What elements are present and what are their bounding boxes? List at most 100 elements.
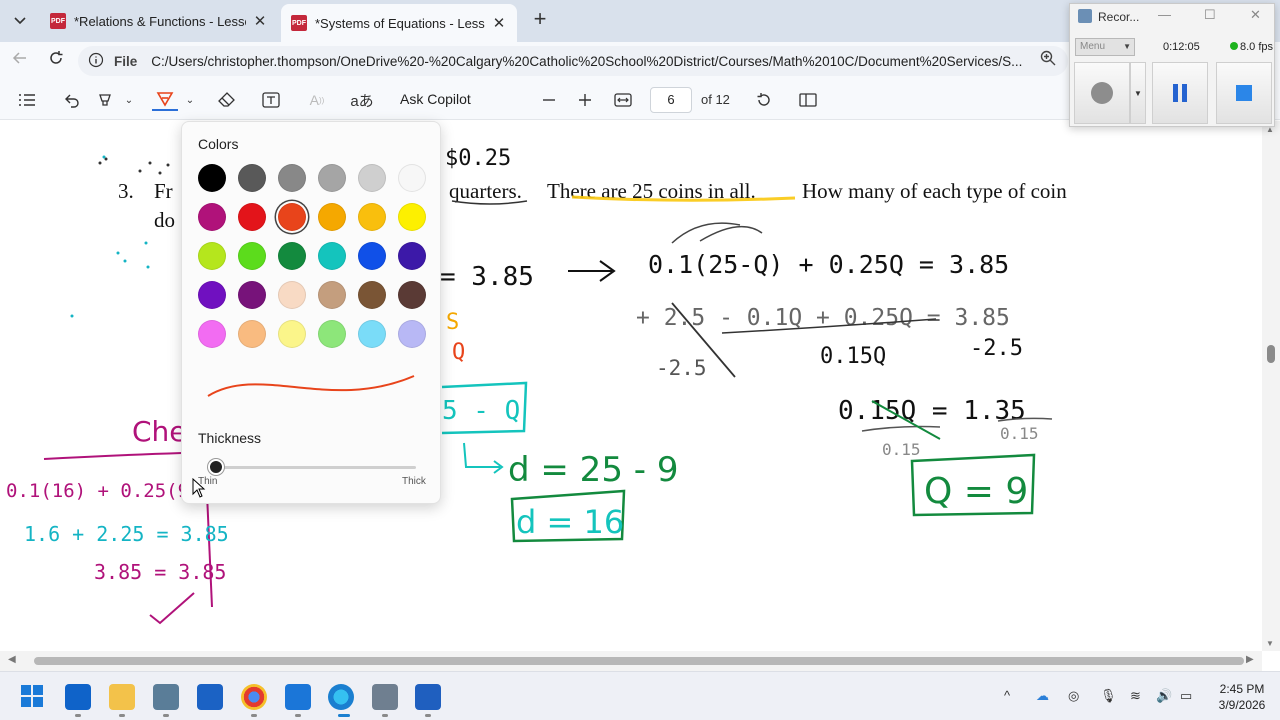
store-icon[interactable] [197, 684, 223, 710]
color-swatch-30[interactable] [398, 320, 426, 348]
color-swatch-28[interactable] [318, 320, 346, 348]
color-swatch-26[interactable] [238, 320, 266, 348]
recorder-taskbar-icon[interactable] [372, 684, 398, 710]
new-tab-icon[interactable]: + [528, 8, 552, 32]
minimize-icon[interactable]: — [1158, 7, 1171, 22]
file-explorer-icon[interactable] [109, 684, 135, 710]
word-icon[interactable] [415, 684, 441, 710]
color-swatch-7[interactable] [198, 203, 226, 231]
color-swatch-14[interactable] [238, 242, 266, 270]
outlook-icon[interactable] [65, 684, 91, 710]
onedrive-icon[interactable]: ☁ [1036, 688, 1049, 704]
color-swatch-19[interactable] [198, 281, 226, 309]
highlighter-options-chevron-icon[interactable]: ⌄ [122, 89, 136, 111]
ink-top-value: $0.25 [445, 146, 511, 171]
vertical-scroll-thumb[interactable] [1267, 345, 1275, 363]
refresh-icon[interactable] [44, 50, 68, 72]
color-swatch-10[interactable] [318, 203, 346, 231]
photos-icon[interactable] [285, 684, 311, 710]
recorder-menu-label: Menu [1080, 41, 1106, 52]
color-swatch-12[interactable] [398, 203, 426, 231]
color-swatch-2[interactable] [238, 164, 266, 192]
color-swatch-9[interactable] [278, 203, 306, 231]
edge-icon[interactable] [328, 684, 354, 710]
color-swatch-1[interactable] [198, 164, 226, 192]
contents-list-icon[interactable] [16, 89, 38, 111]
color-swatch-27[interactable] [278, 320, 306, 348]
zoom-in-icon[interactable] [576, 89, 594, 111]
horizontal-scrollbar[interactable]: ◀ ▶ [0, 651, 1262, 671]
scroll-down-icon[interactable]: ▼ [1266, 639, 1274, 648]
highlighter-icon[interactable] [94, 89, 116, 111]
stroke-preview [207, 375, 415, 397]
zoom-icon[interactable] [1040, 50, 1056, 70]
page-number-input[interactable]: 6 [650, 87, 692, 113]
fit-width-icon[interactable] [612, 89, 634, 111]
recorder-elapsed-time: 0:12:05 [1163, 41, 1200, 53]
chrome-icon[interactable] [241, 684, 267, 710]
url-input[interactable]: File C:/Users/christopher.thompson/OneDr… [78, 46, 1068, 76]
chevron-up-icon[interactable]: ^ [1004, 688, 1010, 703]
microphone-icon[interactable]: 🎙 [1100, 688, 1117, 704]
system-clock[interactable]: 2:45 PM 3/9/2026 [1212, 681, 1272, 713]
rotate-icon[interactable] [754, 89, 774, 111]
color-swatch-25[interactable] [198, 320, 226, 348]
ink-eq-sub-2-5-left: -2.5 [656, 356, 707, 380]
color-swatch-5[interactable] [358, 164, 386, 192]
color-swatch-29[interactable] [358, 320, 386, 348]
color-swatch-11[interactable] [358, 203, 386, 231]
vertical-scrollbar[interactable]: ▲ ▼ [1262, 121, 1280, 651]
color-swatch-18[interactable] [398, 242, 426, 270]
maximize-icon[interactable]: ☐ [1204, 7, 1216, 23]
color-swatch-22[interactable] [318, 281, 346, 309]
zoom-out-icon[interactable] [540, 89, 558, 111]
color-swatch-15[interactable] [278, 242, 306, 270]
thickness-slider-knob[interactable] [208, 459, 224, 475]
network-status-icon[interactable]: ◎ [1068, 688, 1079, 704]
color-swatch-20[interactable] [238, 281, 266, 309]
ink-eq-0-15q: 0.15Q [820, 344, 886, 369]
scroll-left-icon[interactable]: ◀ [8, 654, 16, 665]
recorder-app-icon [1078, 9, 1092, 23]
tab-relations-functions[interactable]: PDF *Relations & Functions - Lesson Bo ✕ [40, 6, 278, 36]
ink-eq-solve: 0.15Q = 1.35 [838, 396, 1026, 426]
thickness-slider-track[interactable] [212, 466, 416, 469]
stop-button[interactable] [1216, 62, 1272, 124]
color-swatch-16[interactable] [318, 242, 346, 270]
record-button[interactable] [1074, 62, 1130, 124]
eraser-icon[interactable] [216, 89, 238, 111]
ask-copilot-button[interactable]: Ask Copilot [400, 91, 471, 107]
tab-systems-of-equations[interactable]: PDF *Systems of Equations - Lesson Bo ✕ [281, 4, 517, 42]
translate-icon[interactable]: aあ [350, 89, 374, 111]
color-swatch-3[interactable] [278, 164, 306, 192]
text-box-icon[interactable] [260, 89, 282, 111]
draw-pen-icon[interactable] [152, 89, 178, 111]
draw-options-chevron-icon[interactable]: ⌄ [183, 89, 197, 111]
color-swatch-4[interactable] [318, 164, 346, 192]
color-swatch-24[interactable] [398, 281, 426, 309]
tab-actions-menu-icon[interactable] [8, 8, 32, 32]
windows-start-icon[interactable] [20, 684, 46, 710]
color-swatch-21[interactable] [278, 281, 306, 309]
calculator-icon[interactable] [153, 684, 179, 710]
color-swatch-23[interactable] [358, 281, 386, 309]
volume-icon[interactable]: 🔊 [1156, 688, 1172, 704]
undo-icon[interactable] [60, 89, 82, 111]
page-view-icon[interactable] [798, 89, 818, 111]
wifi-icon[interactable]: ≋ [1130, 688, 1141, 704]
color-swatch-8[interactable] [238, 203, 266, 231]
battery-icon[interactable]: ▭ [1180, 688, 1192, 704]
color-swatch-13[interactable] [198, 242, 226, 270]
close-icon[interactable]: ✕ [252, 12, 268, 30]
pause-button[interactable] [1152, 62, 1208, 124]
back-arrow-icon[interactable] [8, 50, 32, 72]
horizontal-scroll-thumb[interactable] [34, 657, 1244, 665]
color-swatch-17[interactable] [358, 242, 386, 270]
close-icon[interactable]: ✕ [491, 14, 507, 32]
recorder-menu-dropdown[interactable]: Menu ▼ [1075, 38, 1135, 56]
close-icon[interactable]: ✕ [1250, 7, 1261, 23]
color-swatch-6[interactable] [398, 164, 426, 192]
record-options-button[interactable]: ▼ [1130, 62, 1146, 124]
read-aloud-icon[interactable]: A)) [306, 89, 328, 111]
scroll-right-icon[interactable]: ▶ [1246, 654, 1254, 665]
